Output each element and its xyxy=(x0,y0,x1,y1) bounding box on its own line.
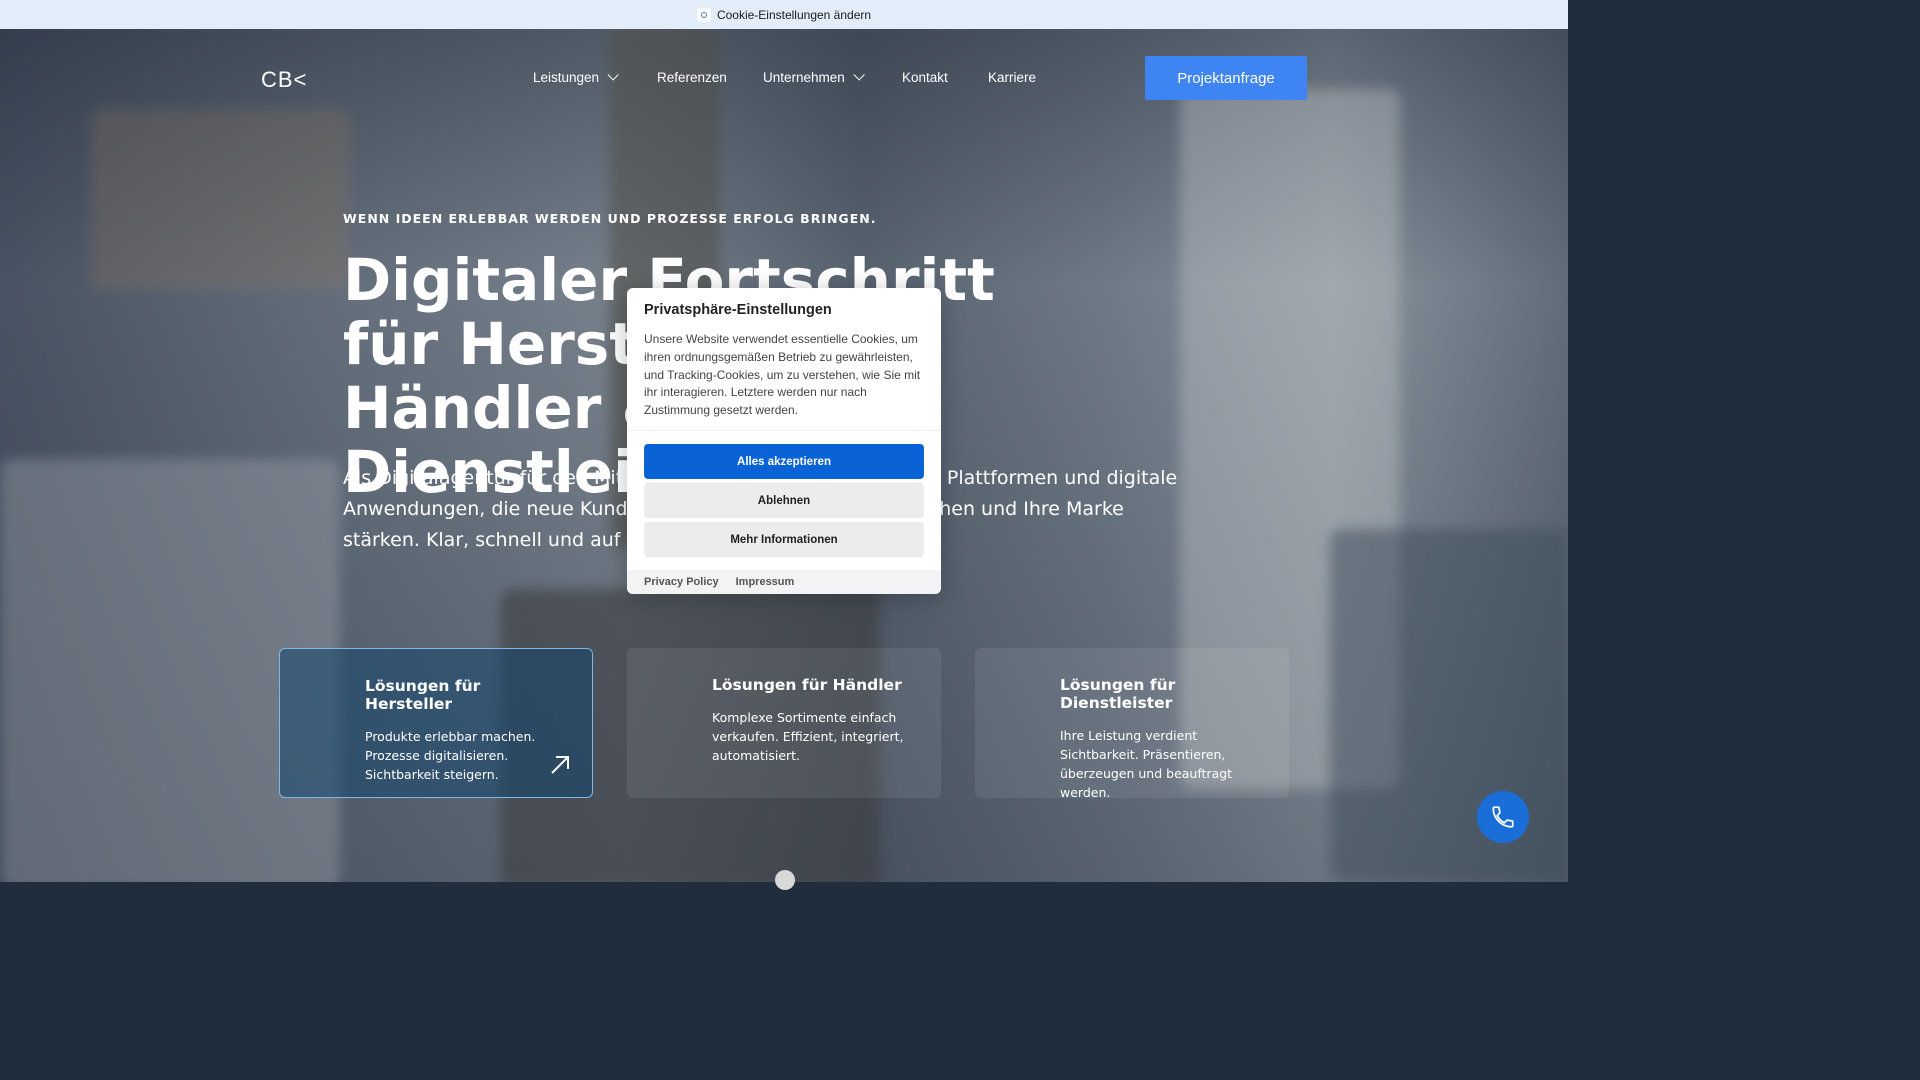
site-logo[interactable]: CB< xyxy=(261,67,311,92)
arrow-up-right-icon xyxy=(551,756,569,774)
dialog-footer: Privacy Policy Impressum xyxy=(627,570,941,594)
card-title: Lösungen für Hersteller xyxy=(365,677,481,713)
phone-button[interactable] xyxy=(1477,791,1529,843)
card-text: Ihre Leistung verdient Sichtbarkeit. Prä… xyxy=(1060,728,1233,800)
divider xyxy=(627,430,941,431)
background-image-shape xyxy=(1330,529,1568,882)
nav-item-kontakt[interactable]: Kontakt xyxy=(902,68,948,86)
nav-item-referenzen[interactable]: Referenzen xyxy=(657,68,727,86)
phone-icon xyxy=(1492,806,1514,828)
hero-kicker: WENN IDEEN ERLEBBAR WERDEN UND PROZESSE … xyxy=(343,211,877,226)
card-title: Lösungen für Händler xyxy=(712,676,902,694)
card-title: Lösungen für Dienstleister xyxy=(1060,676,1176,712)
card-haendler[interactable]: Lösungen für Händler Komplexe Sortimente… xyxy=(627,648,941,798)
card-text: Produkte erlebbar machen. Prozesse digit… xyxy=(365,729,536,782)
more-info-button[interactable]: Mehr Informationen xyxy=(644,522,924,557)
cookie-settings-link[interactable]: Cookie-Einstellungen ändern xyxy=(717,8,871,22)
cookie-settings-bar[interactable]: Cookie-Einstellungen ändern xyxy=(0,0,1568,29)
nav-item-label: Unternehmen xyxy=(763,69,845,85)
project-request-button[interactable]: Projektanfrage xyxy=(1145,56,1307,100)
nav-item-label: Karriere xyxy=(988,69,1037,85)
nav-item-label: Leistungen xyxy=(533,69,600,85)
decline-button[interactable]: Ablehnen xyxy=(644,483,924,518)
cookie-settings-icon xyxy=(696,7,711,22)
nav-item-label: Kontakt xyxy=(902,69,948,85)
scroll-indicator xyxy=(775,870,795,890)
privacy-settings-dialog: Privatsphäre-Einstellungen Unsere Websit… xyxy=(627,288,941,594)
nav-item-unternehmen[interactable]: Unternehmen xyxy=(763,68,865,86)
dialog-text: Unsere Website verwendet essentielle Coo… xyxy=(644,332,921,418)
nav-item-karriere[interactable]: Karriere xyxy=(988,68,1036,86)
card-hersteller[interactable]: Lösungen für Hersteller Produkte erlebba… xyxy=(279,648,593,798)
accept-all-button[interactable]: Alles akzeptieren xyxy=(644,444,924,479)
card-text: Komplexe Sortimente einfach verkaufen. E… xyxy=(712,710,904,763)
privacy-policy-link[interactable]: Privacy Policy xyxy=(644,576,719,588)
impressum-link[interactable]: Impressum xyxy=(736,576,795,588)
background-image-shape xyxy=(90,109,350,289)
card-dienstleister[interactable]: Lösungen für Dienstleister Ihre Leistung… xyxy=(975,648,1289,800)
dialog-title: Privatsphäre-Einstellungen xyxy=(644,302,832,318)
nav-item-leistungen[interactable]: Leistungen xyxy=(533,68,619,86)
nav-item-label: Referenzen xyxy=(657,69,727,85)
